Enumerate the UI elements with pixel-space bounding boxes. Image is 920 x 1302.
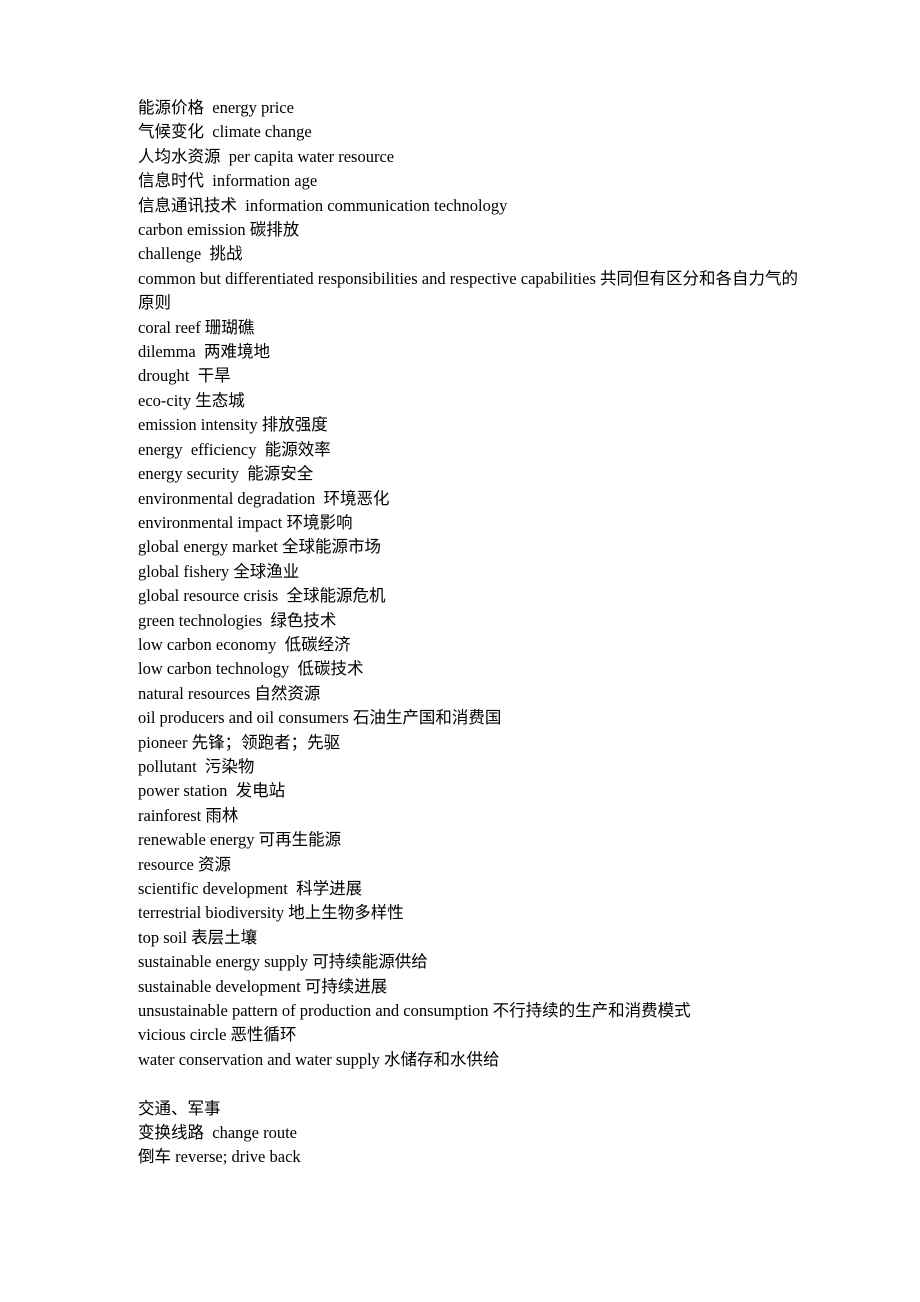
glossary-line: water conservation and water supply 水储存和… [138,1049,500,1069]
glossary-line: global resource crisis 全球能源危机 [138,586,386,606]
glossary-line: terrestrial biodiversity 地上生物多样性 [138,903,404,923]
glossary-line: low carbon economy 低碳经济 [138,634,351,654]
glossary-section-energy-environment: 能源价格 energy price 气候变化 climate change 人均… [138,96,800,1072]
glossary-line: 人均水资源 per capita water resource [138,146,395,166]
glossary-line: challenge 挑战 [138,244,243,264]
glossary-line: rainforest 雨林 [138,805,239,825]
glossary-line: sustainable development 可持续进展 [138,976,388,996]
glossary-line: resource 资源 [138,854,232,874]
glossary-line: pioneer 先锋；领跑者；先驱 [138,732,341,752]
glossary-line: 信息通讯技术 information communication technol… [138,195,508,215]
glossary-line: global fishery 全球渔业 [138,561,300,581]
glossary-line: unsustainable pattern of production and … [138,1001,691,1021]
document-body: 能源价格 energy price 气候变化 climate change 人均… [138,96,800,1170]
glossary-line: 变换线路 change route [138,1123,297,1143]
glossary-line: scientific development 科学进展 [138,879,363,898]
glossary-line: oil producers and oil consumers 石油生产国和消费… [138,708,502,728]
glossary-line: environmental impact 环境影响 [138,512,353,532]
glossary-line: environmental degradation 环境恶化 [138,488,390,508]
glossary-line: energy security 能源安全 [138,464,314,484]
glossary-line: drought 干旱 [138,366,231,386]
glossary-section-transport-military: 交通、军事 变换线路 change route 倒车 reverse; driv… [138,1097,800,1170]
glossary-line: vicious circle 恶性循环 [138,1025,297,1045]
glossary-line: pollutant 污染物 [138,756,255,776]
glossary-line: dilemma 两难境地 [138,342,270,362]
glossary-line: common but differentiated responsibiliti… [138,268,799,313]
document-page: 能源价格 energy price 气候变化 climate change 人均… [0,0,920,1302]
glossary-line: green technologies 绿色技术 [138,610,337,630]
glossary-line: coral reef 珊瑚礁 [138,317,255,337]
glossary-line: natural resources 自然资源 [138,683,321,703]
glossary-line: carbon emission 碳排放 [138,220,300,240]
glossary-line: 气候变化 climate change [138,122,312,142]
glossary-line: 信息时代 information age [138,171,318,191]
glossary-line: 能源价格 energy price [138,98,294,117]
glossary-line: eco-city 生态城 [138,390,245,410]
glossary-line: global energy market 全球能源市场 [138,537,382,557]
section-heading-transport-military: 交通、军事 [138,1098,221,1118]
glossary-line: emission intensity 排放强度 [138,415,328,435]
glossary-line: top soil 表层土壤 [138,927,258,947]
glossary-line: renewable energy 可再生能源 [138,830,342,850]
glossary-line: low carbon technology 低碳技术 [138,659,364,679]
glossary-line: power station 发电站 [138,781,286,801]
glossary-line: sustainable energy supply 可持续能源供给 [138,952,428,972]
glossary-line: energy efficiency 能源效率 [138,439,331,459]
glossary-line: 倒车 reverse; drive back [138,1147,301,1167]
